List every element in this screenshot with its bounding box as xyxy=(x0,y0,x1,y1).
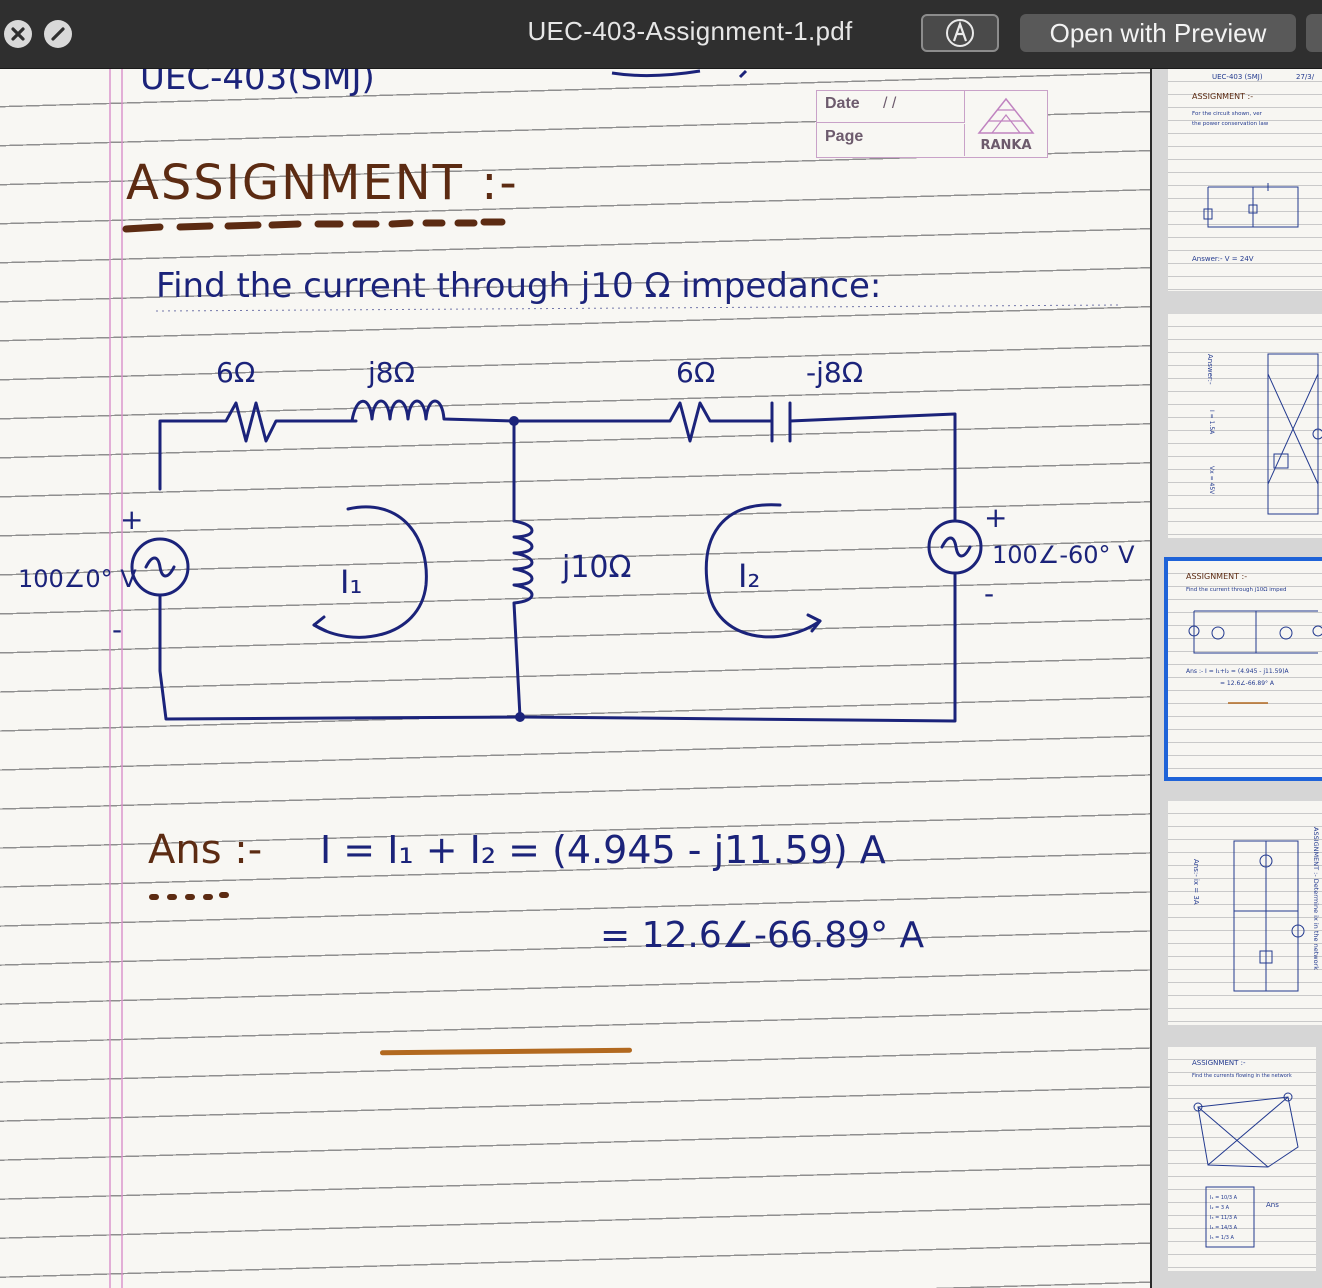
assignment-heading: ASSIGNMENT :- xyxy=(126,155,519,211)
thumb3-title: ASSIGNMENT :- xyxy=(1186,572,1247,581)
label-r2: 6Ω xyxy=(676,356,715,389)
date-slashes: / / xyxy=(883,95,897,112)
thumb5-ans-label: Ans xyxy=(1266,1201,1279,1209)
thumb4-title: ASSIGNMENT :- Determine ix in the networ… xyxy=(1312,827,1320,970)
thumbnail-page-1[interactable]: UEC-403 (SMJ) 27/3/ ASSIGNMENT :- For th… xyxy=(1168,69,1322,291)
thumb5-a2: I₂ = 3 A xyxy=(1210,1205,1230,1211)
label-l-mid: j10Ω xyxy=(561,550,631,585)
label-r1: 6Ω xyxy=(216,356,255,389)
thumbnail-page-5[interactable]: ASSIGNMENT :- Find the currents flowing … xyxy=(1168,1047,1316,1271)
thumb2-answer-a: I = 1.5A xyxy=(1208,410,1215,435)
page-label: Page xyxy=(817,124,965,156)
thumb5-a5: I₅ = 1/3 A xyxy=(1210,1235,1234,1241)
thumb1-title: ASSIGNMENT :- xyxy=(1192,92,1253,101)
thumb1-line1: For the circuit shown, ver xyxy=(1192,111,1263,117)
label-source-right: 100∠-60° V xyxy=(992,541,1135,569)
thumbnail-page-3[interactable]: ASSIGNMENT :- Find the current through j… xyxy=(1164,557,1322,781)
page-header-partial: UEC-403(SMJ) xyxy=(140,69,375,98)
ranka-logo: RANKA xyxy=(967,95,1045,153)
thumb5-a3: I₃ = 11/3 A xyxy=(1210,1215,1238,1221)
thumb3-ans2: = 12.6∠-66.89° A xyxy=(1220,680,1275,687)
document-page[interactable]: UEC-403(SMJ) ASSIGNMENT :- Find the curr… xyxy=(0,69,1150,1288)
label-c1: -j8Ω xyxy=(806,356,863,389)
thumb2-answer-label: Answer:- xyxy=(1206,354,1214,385)
thumbnail-sidebar: UEC-403 (SMJ) 27/3/ ASSIGNMENT :- For th… xyxy=(1152,69,1322,1288)
thumb1-line2: the power conservation law xyxy=(1192,121,1269,127)
open-with-preview-button[interactable]: Open with Preview xyxy=(1020,14,1296,52)
thumb5-title: ASSIGNMENT :- xyxy=(1192,1059,1246,1067)
circuit-diagram xyxy=(130,399,983,723)
thumbnail-page-2[interactable]: Answer:- I = 1.5A Vx = 45V xyxy=(1168,314,1322,538)
node-dot-top xyxy=(509,416,519,426)
label-source-left: 100∠0° V xyxy=(18,565,137,593)
thumb1-date: 27/3/ xyxy=(1296,73,1315,81)
page-content: UEC-403(SMJ) ASSIGNMENT :- Find the curr… xyxy=(18,69,1135,1288)
minus-left: - xyxy=(112,613,122,646)
label-l1: j8Ω xyxy=(367,356,415,389)
answer-line1: I = I₁ + I₂ = (4.945 - j11.59) A xyxy=(320,828,886,872)
markup-icon xyxy=(946,19,974,47)
thumb3-line1: Find the current through j10Ω imped xyxy=(1186,587,1286,593)
date-page-box: Date / / Page RANKA xyxy=(816,90,1048,158)
loop-label-i2: I₂ xyxy=(738,557,760,595)
thumb4-ans: Ans:- ix = 3A xyxy=(1192,859,1200,905)
loop-label-i1: I₁ xyxy=(340,563,362,601)
thumb2-answer-b: Vx = 45V xyxy=(1208,466,1215,495)
minus-right: - xyxy=(984,577,994,610)
thumb3-ans: Ans :- I = I₁+I₂ = (4.945 - j11.59)A xyxy=(1186,668,1290,675)
thumb5-a4: I₄ = 14/3 A xyxy=(1210,1225,1238,1231)
thumb1-header: UEC-403 (SMJ) xyxy=(1212,73,1263,81)
close-icon[interactable] xyxy=(4,20,32,48)
title-bar: UEC-403-Assignment-1.pdf Open with Previ… xyxy=(0,0,1322,69)
plus-left: + xyxy=(120,503,143,536)
minimize-icon[interactable] xyxy=(44,20,72,48)
markup-button[interactable] xyxy=(921,14,999,52)
node-dot-bottom xyxy=(515,712,525,722)
thumb1-answer: Answer:- V = 24V xyxy=(1192,255,1254,263)
answer-label: Ans :- xyxy=(148,827,262,873)
brand-text: RANKA xyxy=(980,138,1031,153)
share-button[interactable] xyxy=(1306,14,1322,52)
thumb5-a1: I₁ = 10/3 A xyxy=(1210,1195,1238,1201)
thumbnail-page-4[interactable]: ASSIGNMENT :- Determine ix in the networ… xyxy=(1168,801,1322,1025)
thumb5-line1: Find the currents flowing in the network xyxy=(1192,1073,1292,1079)
answer-line2: = 12.6∠-66.89° A xyxy=(600,915,925,956)
question-text: Find the current through j10 Ω impedance… xyxy=(156,266,881,306)
document-title: UEC-403-Assignment-1.pdf xyxy=(527,16,853,46)
plus-right: + xyxy=(984,501,1007,534)
